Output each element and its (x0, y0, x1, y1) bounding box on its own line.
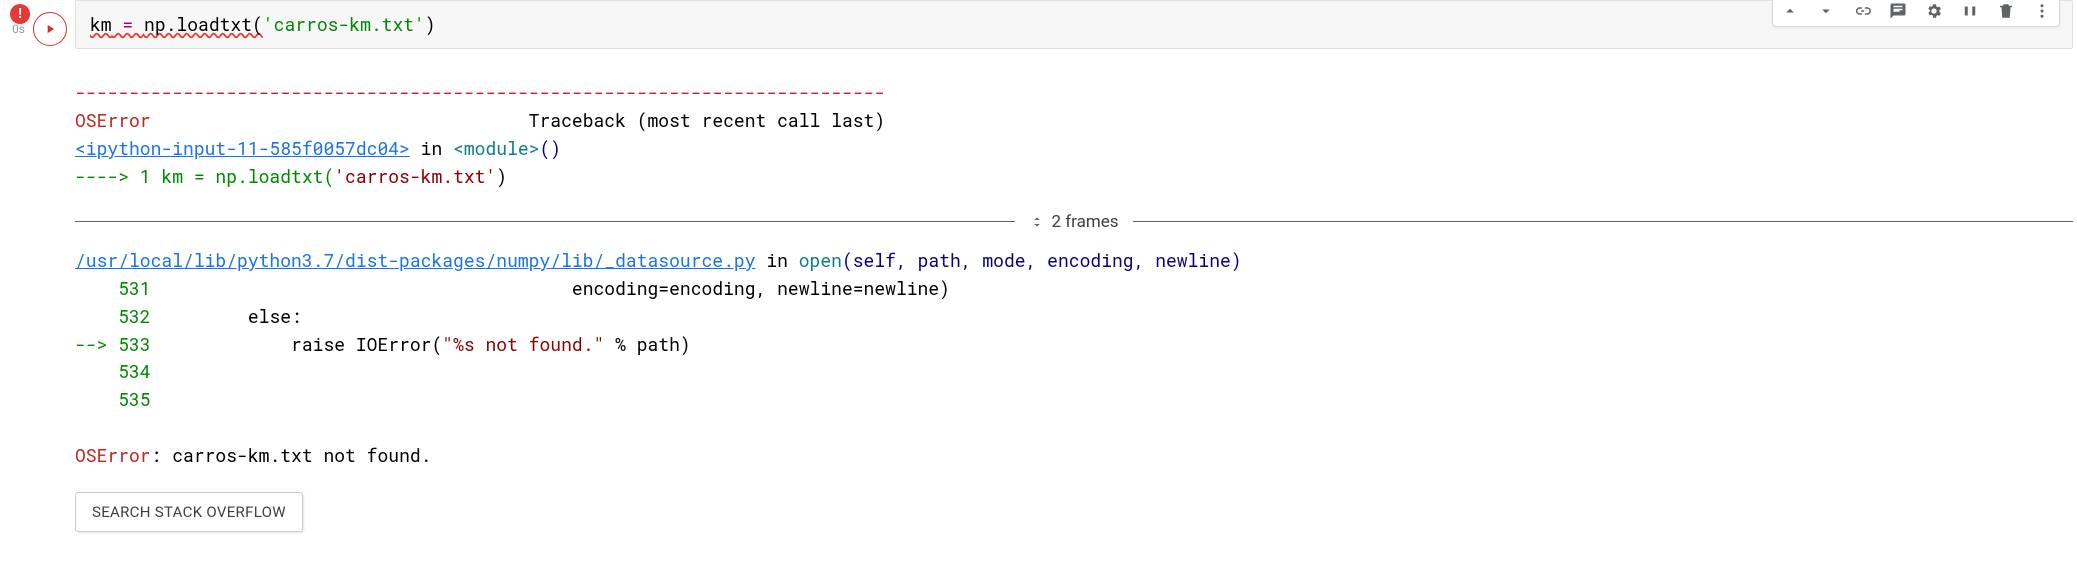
tb-in: in (410, 136, 453, 160)
code-token: np.loadtxt( (144, 12, 263, 36)
arrow-up-icon (1781, 2, 1799, 20)
cell-toolbar (1772, 0, 2060, 27)
tb-error-name: OSError (75, 108, 151, 132)
frames-toggle[interactable]: 2 frames (1015, 209, 1132, 235)
mirror-button[interactable] (1959, 0, 1981, 22)
tb-header: Traceback (most recent call last) (151, 108, 886, 132)
tb-file-link[interactable]: /usr/local/lib/python3.7/dist-packages/n… (75, 248, 756, 272)
search-stackoverflow-button[interactable]: SEARCH STACK OVERFLOW (75, 492, 303, 532)
settings-button[interactable] (1923, 0, 1945, 22)
arrow-down-icon (1817, 2, 1835, 20)
code-token: ' (414, 12, 425, 36)
comment-icon (1889, 2, 1907, 20)
code-editor[interactable]: km = np.loadtxt('carros-km.txt') (75, 0, 2073, 49)
more-vert-icon (2033, 2, 2051, 20)
tb-lnum: 535 (75, 387, 151, 411)
unfold-icon (1029, 214, 1045, 230)
play-icon (43, 22, 57, 36)
delete-button[interactable] (1995, 0, 2017, 22)
tb-arrow-line: ----> 1 km = np.loadtxt( (75, 164, 334, 188)
tb-in2: in (756, 248, 799, 272)
mirror-icon (1961, 2, 1979, 20)
trash-icon (1997, 2, 2015, 20)
tb-sig: (self, path, mode, encoding, newline) (842, 248, 1242, 272)
move-up-button[interactable] (1779, 0, 1801, 22)
tb-code: % path) (604, 332, 690, 356)
tb-lnum: 531 (75, 276, 151, 300)
code-token: ' (263, 12, 274, 36)
tb-lnum: 533 (118, 332, 150, 356)
gear-icon (1925, 2, 1943, 20)
comment-button[interactable] (1887, 0, 1909, 22)
more-button[interactable] (2031, 0, 2053, 22)
tb-arrow-str: 'carros-km.txt' (334, 164, 496, 188)
tb-lnum: 532 (75, 304, 151, 328)
tb-code: else: (151, 304, 302, 328)
move-down-button[interactable] (1815, 0, 1837, 22)
tb-func: open (799, 248, 842, 272)
run-cell-button[interactable] (33, 12, 67, 46)
tb-lnum: 534 (75, 359, 151, 383)
frames-divider: 2 frames (75, 209, 2073, 235)
tb-str: "%s not found." (442, 332, 604, 356)
exec-time-label: 0s (12, 22, 25, 36)
frames-count: 2 frames (1051, 209, 1118, 235)
tb-arrow-end: ) (496, 164, 507, 188)
tb-final-err: OSError (75, 443, 151, 467)
tb-code: raise IOError( (151, 332, 443, 356)
tb-dashes: ----------------------------------------… (75, 80, 885, 104)
tb-code: encoding=encoding, newline=newline) (151, 276, 950, 300)
code-token: = (112, 12, 144, 36)
tb-final-msg: : carros-km.txt not found. (151, 443, 432, 467)
link-icon (1853, 2, 1871, 20)
code-token: ) (425, 12, 436, 36)
code-token: carros-km.txt (274, 12, 414, 36)
tb-arrow: --> (75, 332, 118, 356)
tb-parens: () (540, 136, 562, 160)
code-token: km (90, 12, 112, 36)
output-area: ----------------------------------------… (75, 49, 2073, 562)
share-button[interactable] (1851, 0, 1873, 22)
tb-ipython-link[interactable]: <ipython-input-11-585f0057dc04> (75, 136, 410, 160)
tb-module: <module> (453, 136, 539, 160)
